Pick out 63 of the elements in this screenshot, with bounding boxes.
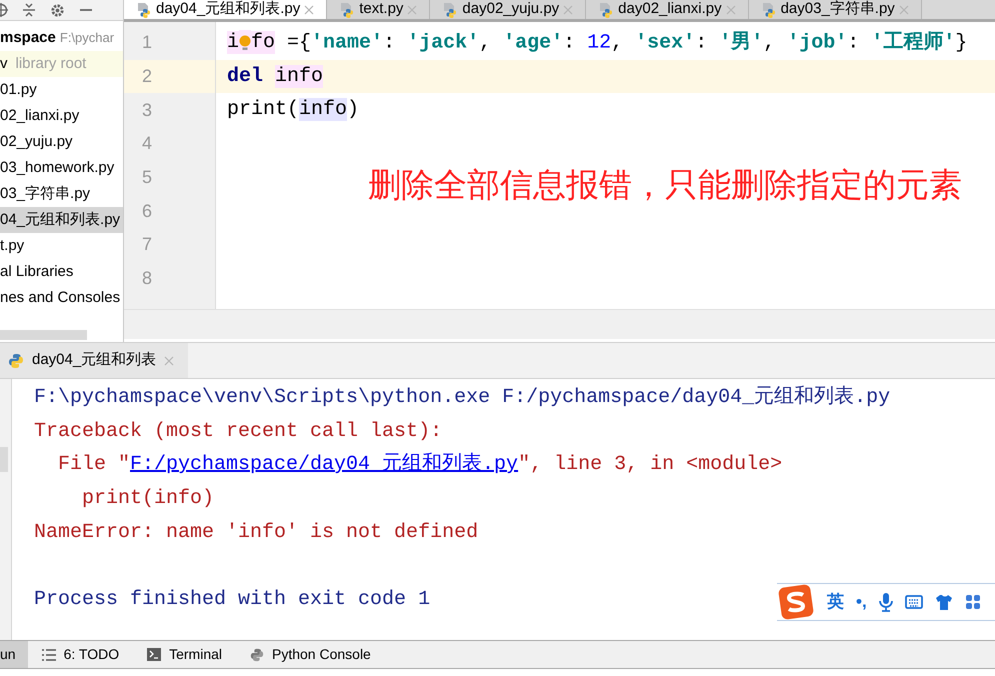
input-method-logo[interactable] [777,583,815,621]
project-path: F:\pychar [60,29,114,48]
editor-tab[interactable]: day04_元组和列表.py [124,0,328,19]
language-mode[interactable]: 英 [827,589,844,615]
run-tab[interactable]: day04_元组和列表 [0,343,188,378]
project-name[interactable]: mspace [0,26,56,50]
editor-tab[interactable]: day03_字符串.py [748,0,922,19]
line-number: 8 [141,267,154,290]
file-link[interactable]: F:/pychamspace/day04_元组和列表.py [130,450,518,480]
editor-tab[interactable]: day02_lianxi.py [586,0,749,19]
console-line: NameError: name 'info' is not defined [34,520,478,546]
editor-tab[interactable]: day02_yuju.py [430,0,586,19]
python-file-icon [136,2,152,18]
tree-item[interactable]: t.py [0,233,123,259]
tree-item[interactable]: al Libraries [0,259,123,285]
punctuation-mode[interactable]: •, [856,589,867,615]
annotation-text: 删除全部信息报错，只能删除指定的元素 [368,165,962,205]
console-line: F:\pychamspace\venv\Scripts\python.exe F:/pychamspace/day04_元组和列表.py [34,384,890,411]
console-line: Process finished with exit code 1 [34,586,430,613]
line-number: 4 [141,132,154,156]
python-file-icon [760,2,777,18]
tool-window-tab[interactable]: 6: TODO [28,641,134,668]
collapse-icon[interactable] [22,3,36,17]
code-line: del info [227,64,324,90]
python-icon [250,648,264,662]
tree-item[interactable]: nes and Consoles [0,285,123,311]
tree-item[interactable]: v [0,52,8,76]
code-line: i fo ={'name': 'jack', 'age': 12, 'sex': '男', 'job': '工程师'} [227,30,968,56]
python-file-icon [339,2,356,18]
tree-item[interactable]: 01.py [0,77,123,103]
shirt-icon[interactable] [934,594,953,610]
microphone-icon[interactable] [878,592,893,612]
terminal-icon [147,648,162,661]
editor-tab[interactable]: text.py [327,0,430,19]
settings-icon[interactable] [50,2,65,18]
grid-icon[interactable] [964,594,981,610]
console-line: Traceback (most recent call last): [34,418,442,445]
code-line: print(info) [227,97,360,124]
line-number: 7 [141,233,154,256]
scrollbar[interactable] [0,330,87,340]
line-number: 5 [141,166,154,190]
lightbulb-icon[interactable] [239,34,252,52]
close-icon[interactable] [304,4,314,14]
python-file-icon [442,2,458,18]
line-number: 6 [141,200,154,223]
tool-window-tab[interactable]: Terminal [133,641,236,668]
console-line: File "F:/pychamspace/day04_元组和列表.py", line 3, in <module> [34,448,782,482]
tool-window-tab[interactable]: un [0,641,28,668]
tree-item[interactable]: 03_字符串.py [0,181,123,207]
python-file-icon [598,2,614,18]
line-number: 2 [124,60,215,94]
tool-window-tab[interactable]: Python Console [236,641,385,668]
library-root-hint: library root [16,54,86,74]
keyboard-icon[interactable] [904,595,923,609]
line-number: 3 [141,98,154,122]
line-number: 1 [141,31,154,54]
list-icon [42,648,56,660]
tree-item[interactable]: 02_lianxi.py [0,103,123,129]
tree-item[interactable]: 03_homework.py [0,155,123,181]
python-icon [8,352,24,368]
tree-item[interactable]: 04_元组和列表.py [0,207,123,233]
tree-item[interactable]: 02_yuju.py [0,129,123,155]
console-line: print(info) [81,486,214,512]
